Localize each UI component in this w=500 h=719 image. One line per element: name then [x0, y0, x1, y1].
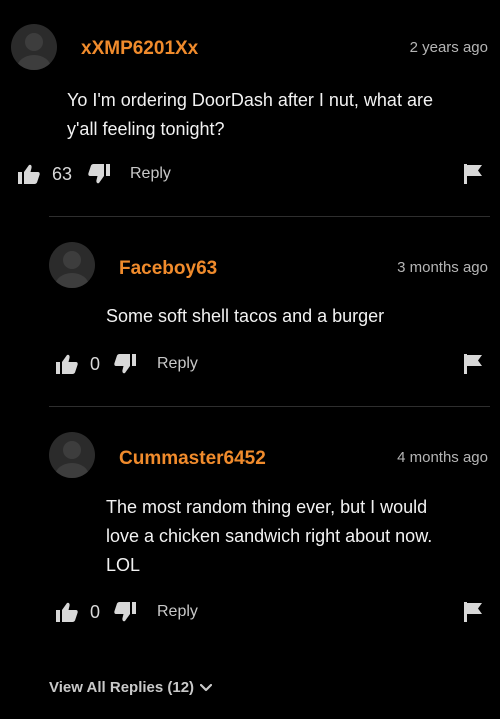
view-all-replies-label: View All Replies (12): [49, 679, 195, 696]
comment-actions: 0 Reply: [0, 351, 500, 377]
like-count: 0: [90, 353, 101, 374]
username[interactable]: Faceboy63: [119, 258, 217, 280]
avatar[interactable]: [11, 24, 57, 70]
avatar[interactable]: [49, 242, 95, 288]
dislike-button[interactable]: [114, 351, 136, 377]
thumbs-down-icon: [88, 164, 110, 184]
username[interactable]: xXMP6201Xx: [81, 38, 198, 60]
view-all-replies-button[interactable]: View All Replies (12): [49, 679, 213, 696]
timestamp: 2 years ago: [409, 39, 488, 56]
reply-comment: Cummaster6452 4 months ago The most rand…: [0, 406, 500, 646]
reply-button[interactable]: Reply: [130, 161, 171, 187]
username[interactable]: Cummaster6452: [119, 448, 266, 470]
comment-actions: 63 Reply: [0, 161, 500, 187]
timestamp: 4 months ago: [397, 449, 488, 466]
flag-button[interactable]: [464, 351, 482, 377]
flag-icon: [464, 354, 482, 374]
user-silhouette-icon: [17, 33, 51, 70]
chevron-down-icon: [200, 683, 213, 691]
like-count: 0: [90, 601, 101, 622]
comment-actions: 0 Reply: [0, 599, 500, 625]
thumbs-up-icon: [56, 354, 78, 374]
comment-top-level: xXMP6201Xx 2 years ago Yo I'm ordering D…: [0, 0, 500, 210]
comment-text: Yo I'm ordering DoorDash after I nut, wh…: [67, 86, 497, 144]
flag-button[interactable]: [464, 161, 482, 187]
like-count: 63: [52, 163, 73, 184]
comment-text-line: Some soft shell tacos and a burger: [106, 306, 385, 326]
comment-text-line: y'all feeling tonight?: [67, 119, 225, 139]
flag-button[interactable]: [464, 599, 482, 625]
reply-button[interactable]: Reply: [157, 599, 198, 625]
thumbs-down-icon: [114, 602, 136, 622]
like-button[interactable]: [56, 599, 78, 625]
comment-text-line: The most random thing ever, but I would: [106, 497, 428, 517]
reply-comment: Faceboy63 3 months ago Some soft shell t…: [0, 216, 500, 406]
comment-text: The most random thing ever, but I would …: [106, 493, 496, 580]
like-button[interactable]: [18, 161, 40, 187]
comment-text-line: love a chicken sandwich right about now.: [106, 526, 433, 546]
comment-text-line: LOL: [106, 555, 141, 575]
comment-text: Some soft shell tacos and a burger: [106, 302, 496, 331]
timestamp: 3 months ago: [397, 259, 488, 276]
reply-button[interactable]: Reply: [157, 351, 198, 377]
thumbs-up-icon: [18, 164, 40, 184]
user-silhouette-icon: [55, 441, 89, 478]
dislike-button[interactable]: [114, 599, 136, 625]
thumbs-down-icon: [114, 354, 136, 374]
like-button[interactable]: [56, 351, 78, 377]
user-silhouette-icon: [55, 251, 89, 288]
dislike-button[interactable]: [88, 161, 110, 187]
comment-text-line: Yo I'm ordering DoorDash after I nut, wh…: [67, 90, 433, 110]
thumbs-up-icon: [56, 602, 78, 622]
flag-icon: [464, 602, 482, 622]
flag-icon: [464, 164, 482, 184]
avatar[interactable]: [49, 432, 95, 478]
